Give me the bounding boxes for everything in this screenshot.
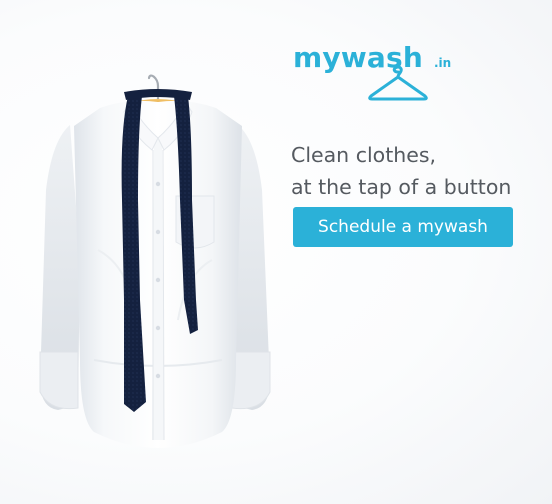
right-cuff (231, 351, 271, 410)
schedule-mywash-button[interactable]: Schedule a mywash (293, 207, 513, 247)
tagline: Clean clothes, at the tap of a button (291, 139, 547, 203)
tagline-line-1: Clean clothes, (291, 143, 437, 167)
left-cuff (39, 351, 79, 410)
mywash-logo[interactable]: mywash .in (293, 38, 473, 108)
mywash-ad-banner: mywash .in Clean clothes, at the tap of … (0, 0, 552, 504)
tagline-line-2: at the tap of a button (291, 175, 512, 199)
logo-domain-suffix: .in (434, 56, 452, 70)
clothes-hanger-icon (368, 66, 428, 101)
